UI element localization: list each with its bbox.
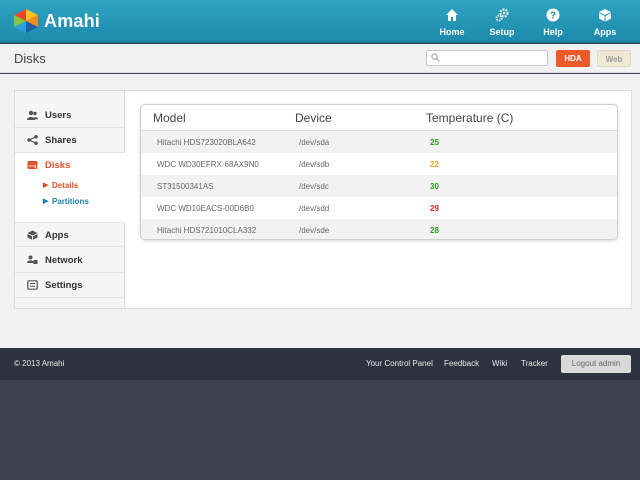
disks-table: Model Device Temperature (C) Hitachi HDS… [140, 104, 618, 240]
cell-model: Hitachi HDS723020BLA642 [157, 138, 256, 147]
nav-home-label: Home [439, 27, 465, 37]
footer-link-tracker[interactable]: Tracker [521, 359, 548, 368]
sidebar-item-apps[interactable]: Apps [15, 222, 124, 247]
sidebar-item-label: Network [45, 255, 83, 266]
network-icon [27, 255, 38, 264]
table-row: ST31500341AS /dev/sdc 30 [141, 175, 617, 197]
logout-button[interactable]: Logout admin [561, 355, 631, 373]
search-input[interactable] [426, 50, 548, 66]
sidebar-subitem-details[interactable]: ▶ Details [43, 181, 79, 190]
sub-header: Disks HDA Web [0, 44, 640, 73]
table-row: WDC WD10EACS-00D6B0 /dev/sdd 29 [141, 197, 617, 219]
content-area: Users Shares Disks ▶ Details ▶ Partition… [0, 74, 640, 348]
cell-model: ST31500341AS [157, 182, 214, 191]
cell-temperature: 22 [430, 160, 439, 169]
cell-model: WDC WD30EFRX-68AX9N0 [157, 160, 259, 169]
footer-link-control-panel[interactable]: Your Control Panel [366, 359, 433, 368]
home-icon [446, 9, 458, 21]
subitem-label: Details [52, 181, 79, 190]
sidebar-item-settings[interactable]: Settings [15, 273, 124, 298]
sidebar-item-network[interactable]: Network [15, 248, 124, 273]
puzzle-icon [27, 230, 38, 240]
sidebar-subitem-partitions[interactable]: ▶ Partitions [43, 197, 89, 206]
nav-help-label: Help [543, 27, 563, 37]
column-header-device: Device [295, 111, 332, 125]
arrow-right-icon: ▶ [43, 182, 49, 189]
hda-button[interactable]: HDA [556, 50, 590, 67]
sidebar-item-shares[interactable]: Shares [15, 128, 124, 153]
page-title: Disks [14, 51, 46, 66]
table-row: WDC WD30EFRX-68AX9N0 /dev/sdb 22 [141, 153, 617, 175]
main-panel: Users Shares Disks ▶ Details ▶ Partition… [14, 90, 632, 309]
nav-home[interactable]: Home [427, 0, 477, 43]
sidebar-item-label: Disks [45, 160, 71, 171]
box-icon [599, 9, 611, 22]
users-icon [27, 110, 38, 120]
brand-name[interactable]: Amahi [44, 11, 100, 32]
sidebar-item-disks[interactable]: Disks ▶ Details ▶ Partitions [15, 153, 125, 223]
cell-temperature: 25 [430, 138, 439, 147]
sidebar-item-label: Apps [45, 230, 69, 241]
cell-device: /dev/sdb [299, 160, 330, 169]
subitem-label: Partitions [52, 197, 89, 206]
nav-apps[interactable]: Apps [580, 0, 630, 43]
disk-icon [27, 161, 38, 169]
footer: © 2013 Amahi Your Control Panel Feedback… [0, 348, 640, 380]
sidebar-item-label: Settings [45, 280, 83, 291]
share-icon [27, 135, 38, 145]
cell-model: WDC WD10EACS-00D6B0 [157, 204, 254, 213]
cell-model: Hitachi HDS721010CLA332 [157, 226, 257, 235]
column-header-model: Model [153, 111, 186, 125]
table-row: Hitachi HDS723020BLA642 /dev/sda 25 [141, 131, 617, 153]
search-icon [431, 53, 440, 62]
web-button[interactable]: Web [597, 50, 631, 67]
gears-icon [495, 8, 509, 22]
cell-device: /dev/sda [299, 138, 330, 147]
nav-help[interactable]: ? Help [528, 0, 578, 43]
help-icon: ? [546, 8, 560, 22]
cell-device: /dev/sdd [299, 204, 330, 213]
amahi-logo-icon[interactable] [13, 8, 39, 34]
nav-setup[interactable]: Setup [477, 0, 527, 43]
svg-text:?: ? [550, 11, 556, 22]
sidebar-item-users[interactable]: Users [15, 103, 124, 128]
nav-apps-label: Apps [593, 27, 617, 37]
sidebar: Users Shares Disks ▶ Details ▶ Partition… [15, 91, 125, 308]
footer-link-wiki[interactable]: Wiki [492, 359, 507, 368]
cell-temperature: 29 [430, 204, 439, 213]
sidebar-item-label: Shares [45, 135, 77, 146]
cell-device: /dev/sdc [299, 182, 329, 191]
copyright-text: © 2013 Amahi [14, 359, 65, 368]
sidebar-item-label: Users [45, 110, 72, 121]
table-row: Hitachi HDS721010CLA332 /dev/sde 28 [141, 219, 617, 239]
cell-temperature: 30 [430, 182, 439, 191]
column-header-temperature: Temperature (C) [426, 111, 514, 125]
cell-temperature: 28 [430, 226, 439, 235]
top-bar: Amahi Home Setup ? Help Apps [0, 0, 640, 43]
settings-icon [27, 280, 38, 290]
cell-device: /dev/sde [299, 226, 330, 235]
nav-setup-label: Setup [489, 27, 515, 37]
footer-link-feedback[interactable]: Feedback [444, 359, 479, 368]
arrow-right-icon: ▶ [43, 198, 49, 205]
